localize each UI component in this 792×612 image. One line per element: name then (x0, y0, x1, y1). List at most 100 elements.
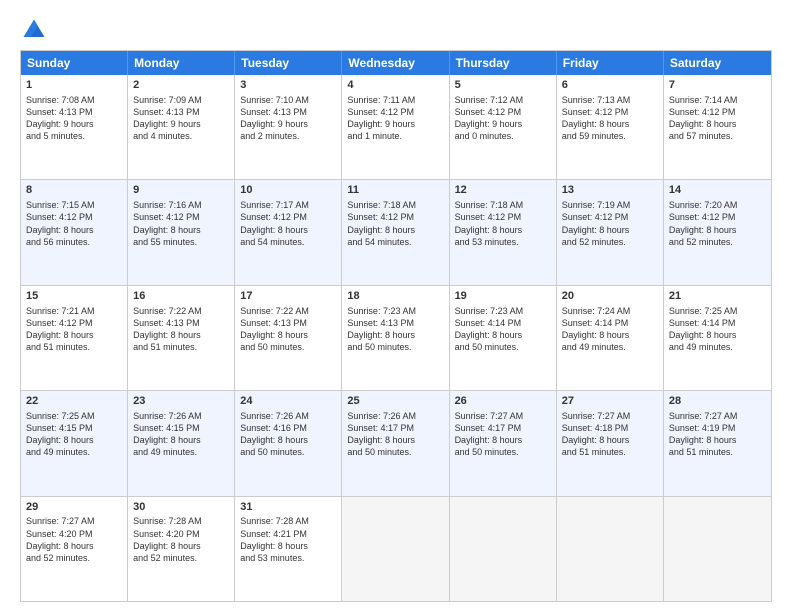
day-info-line: Sunset: 4:16 PM (240, 422, 336, 434)
day-info-line: Sunrise: 7:27 AM (562, 410, 658, 422)
day-info-line: and 57 minutes. (669, 130, 766, 142)
day-info-line: Sunrise: 7:26 AM (240, 410, 336, 422)
empty-cell (342, 497, 449, 601)
day-info-line: Sunset: 4:14 PM (455, 317, 551, 329)
day-number: 6 (562, 78, 658, 93)
day-info-line: Sunset: 4:12 PM (347, 211, 443, 223)
empty-cell (664, 497, 771, 601)
day-info-line: Sunset: 4:13 PM (240, 106, 336, 118)
day-info-line: and 50 minutes. (240, 446, 336, 458)
day-info-line: Sunrise: 7:12 AM (455, 94, 551, 106)
day-number: 31 (240, 500, 336, 515)
day-info-line: Daylight: 8 hours (347, 434, 443, 446)
day-cell-22: 22Sunrise: 7:25 AMSunset: 4:15 PMDayligh… (21, 391, 128, 495)
day-info-line: and 5 minutes. (26, 130, 122, 142)
day-info-line: and 51 minutes. (26, 341, 122, 353)
day-cell-24: 24Sunrise: 7:26 AMSunset: 4:16 PMDayligh… (235, 391, 342, 495)
day-info-line: Sunrise: 7:27 AM (669, 410, 766, 422)
day-info-line: Sunrise: 7:17 AM (240, 199, 336, 211)
day-info-line: and 52 minutes. (133, 552, 229, 564)
day-info-line: Daylight: 8 hours (455, 224, 551, 236)
day-info-line: Sunrise: 7:26 AM (133, 410, 229, 422)
day-number: 30 (133, 500, 229, 515)
day-cell-1: 1Sunrise: 7:08 AMSunset: 4:13 PMDaylight… (21, 75, 128, 179)
day-info-line: Sunset: 4:12 PM (240, 211, 336, 223)
day-cell-3: 3Sunrise: 7:10 AMSunset: 4:13 PMDaylight… (235, 75, 342, 179)
day-info-line: Sunrise: 7:15 AM (26, 199, 122, 211)
day-info-line: Sunset: 4:12 PM (669, 106, 766, 118)
day-info-line: Sunset: 4:18 PM (562, 422, 658, 434)
day-info-line: Sunset: 4:12 PM (455, 211, 551, 223)
day-cell-26: 26Sunrise: 7:27 AMSunset: 4:17 PMDayligh… (450, 391, 557, 495)
day-cell-2: 2Sunrise: 7:09 AMSunset: 4:13 PMDaylight… (128, 75, 235, 179)
day-cell-8: 8Sunrise: 7:15 AMSunset: 4:12 PMDaylight… (21, 180, 128, 284)
day-info-line: Sunrise: 7:14 AM (669, 94, 766, 106)
day-cell-25: 25Sunrise: 7:26 AMSunset: 4:17 PMDayligh… (342, 391, 449, 495)
day-info-line: and 0 minutes. (455, 130, 551, 142)
day-info-line: Daylight: 9 hours (455, 118, 551, 130)
day-number: 24 (240, 394, 336, 409)
calendar-row-4: 22Sunrise: 7:25 AMSunset: 4:15 PMDayligh… (21, 391, 771, 496)
calendar-row-2: 8Sunrise: 7:15 AMSunset: 4:12 PMDaylight… (21, 180, 771, 285)
calendar-body: 1Sunrise: 7:08 AMSunset: 4:13 PMDaylight… (21, 75, 771, 601)
day-info-line: Sunrise: 7:28 AM (240, 515, 336, 527)
day-info-line: Sunset: 4:13 PM (133, 106, 229, 118)
day-info-line: and 55 minutes. (133, 236, 229, 248)
day-number: 13 (562, 183, 658, 198)
day-number: 19 (455, 289, 551, 304)
day-cell-12: 12Sunrise: 7:18 AMSunset: 4:12 PMDayligh… (450, 180, 557, 284)
empty-cell (557, 497, 664, 601)
day-info-line: and 54 minutes. (347, 236, 443, 248)
day-info-line: Daylight: 8 hours (347, 224, 443, 236)
day-number: 17 (240, 289, 336, 304)
day-info-line: and 49 minutes. (562, 341, 658, 353)
day-info-line: and 50 minutes. (347, 341, 443, 353)
day-of-week-thursday: Thursday (450, 51, 557, 75)
day-info-line: Daylight: 9 hours (26, 118, 122, 130)
day-info-line: Sunset: 4:12 PM (562, 211, 658, 223)
day-info-line: Sunset: 4:13 PM (240, 317, 336, 329)
day-info-line: Daylight: 8 hours (240, 434, 336, 446)
day-info-line: Sunset: 4:14 PM (562, 317, 658, 329)
day-info-line: Daylight: 8 hours (562, 118, 658, 130)
day-cell-21: 21Sunrise: 7:25 AMSunset: 4:14 PMDayligh… (664, 286, 771, 390)
day-info-line: Daylight: 9 hours (347, 118, 443, 130)
day-info-line: Daylight: 8 hours (240, 224, 336, 236)
day-cell-7: 7Sunrise: 7:14 AMSunset: 4:12 PMDaylight… (664, 75, 771, 179)
day-info-line: Daylight: 8 hours (240, 540, 336, 552)
day-info-line: Sunrise: 7:08 AM (26, 94, 122, 106)
day-number: 23 (133, 394, 229, 409)
day-info-line: Sunrise: 7:26 AM (347, 410, 443, 422)
day-info-line: and 51 minutes. (562, 446, 658, 458)
day-info-line: Sunrise: 7:18 AM (347, 199, 443, 211)
day-info-line: Daylight: 8 hours (26, 540, 122, 552)
calendar-row-1: 1Sunrise: 7:08 AMSunset: 4:13 PMDaylight… (21, 75, 771, 180)
day-number: 3 (240, 78, 336, 93)
day-cell-4: 4Sunrise: 7:11 AMSunset: 4:12 PMDaylight… (342, 75, 449, 179)
day-cell-20: 20Sunrise: 7:24 AMSunset: 4:14 PMDayligh… (557, 286, 664, 390)
day-cell-10: 10Sunrise: 7:17 AMSunset: 4:12 PMDayligh… (235, 180, 342, 284)
day-number: 14 (669, 183, 766, 198)
day-info-line: Sunset: 4:12 PM (669, 211, 766, 223)
day-number: 26 (455, 394, 551, 409)
day-info-line: Daylight: 8 hours (562, 224, 658, 236)
day-info-line: and 52 minutes. (26, 552, 122, 564)
day-cell-30: 30Sunrise: 7:28 AMSunset: 4:20 PMDayligh… (128, 497, 235, 601)
logo-icon (20, 16, 48, 44)
day-info-line: Sunrise: 7:18 AM (455, 199, 551, 211)
day-cell-16: 16Sunrise: 7:22 AMSunset: 4:13 PMDayligh… (128, 286, 235, 390)
day-number: 9 (133, 183, 229, 198)
day-info-line: Sunset: 4:13 PM (133, 317, 229, 329)
day-info-line: Sunrise: 7:13 AM (562, 94, 658, 106)
day-info-line: and 50 minutes. (347, 446, 443, 458)
day-cell-18: 18Sunrise: 7:23 AMSunset: 4:13 PMDayligh… (342, 286, 449, 390)
day-info-line: Sunset: 4:20 PM (133, 528, 229, 540)
day-cell-9: 9Sunrise: 7:16 AMSunset: 4:12 PMDaylight… (128, 180, 235, 284)
day-info-line: Daylight: 8 hours (26, 224, 122, 236)
day-info-line: Sunset: 4:12 PM (26, 211, 122, 223)
day-info-line: Daylight: 8 hours (669, 434, 766, 446)
day-info-line: Sunrise: 7:16 AM (133, 199, 229, 211)
logo (20, 16, 52, 44)
day-info-line: Sunrise: 7:24 AM (562, 305, 658, 317)
day-cell-15: 15Sunrise: 7:21 AMSunset: 4:12 PMDayligh… (21, 286, 128, 390)
